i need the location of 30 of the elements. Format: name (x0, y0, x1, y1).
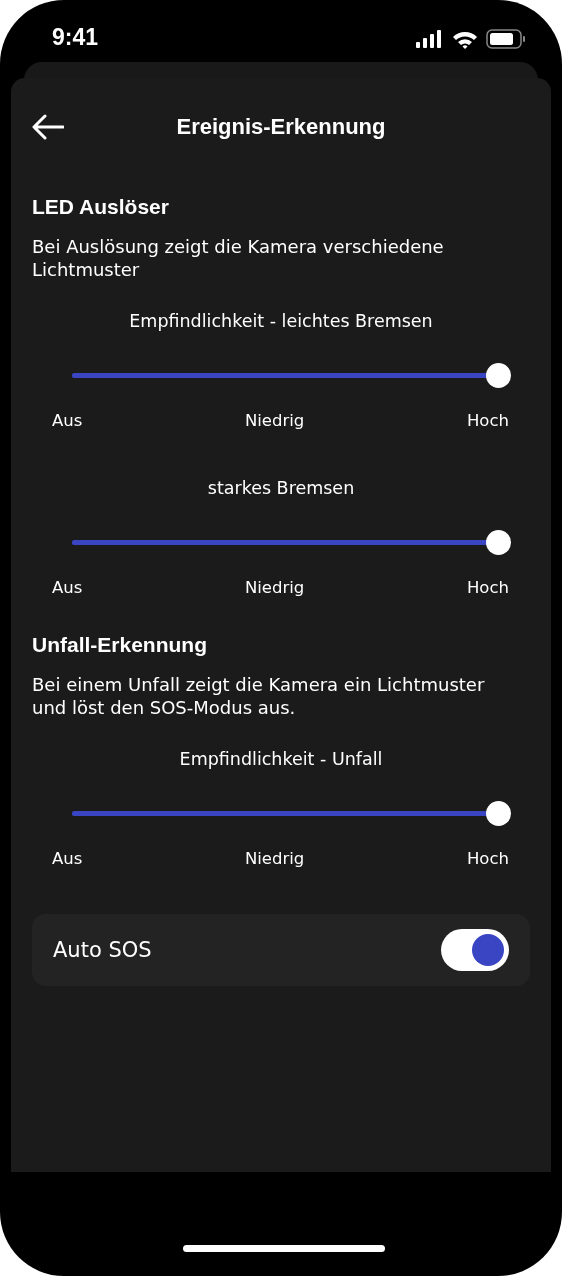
signal-icon (416, 30, 444, 48)
slider[interactable] (72, 801, 511, 826)
tick-label: Niedrig (244, 578, 305, 597)
screen-title: Ereignis-Erkennung (176, 114, 386, 140)
slider-label: Empfindlichkeit - leichtes Bremsen (128, 311, 434, 331)
tick-label: Niedrig (244, 411, 305, 430)
slider[interactable] (72, 530, 511, 555)
section-title: LED Auslöser (32, 195, 170, 219)
tick-label: Hoch (466, 849, 509, 868)
slider-label: starkes Bremsen (206, 478, 356, 498)
section-title: Unfall-Erkennung (32, 633, 208, 657)
slider-thumb[interactable] (486, 363, 511, 388)
status-time: 9:41 (52, 24, 99, 51)
toggle-switch[interactable] (441, 929, 509, 971)
battery-icon (486, 29, 526, 49)
tick-label: Hoch (466, 578, 509, 597)
tick-label: Aus (52, 411, 83, 430)
slider-thumb[interactable] (486, 801, 511, 826)
section-description: Bei einem Unfall zeigt die Kamera ein Lichtmuster und löst den SOS-Modus aus. (32, 673, 486, 719)
tick-label: Aus (52, 578, 83, 597)
tick-label: Niedrig (244, 849, 305, 868)
tick-label: Hoch (466, 411, 509, 430)
slider-label: Empfindlichkeit - Unfall (178, 749, 384, 769)
back-arrow-icon[interactable] (32, 114, 64, 140)
tick-label: Aus (52, 849, 83, 868)
slider-thumb[interactable] (486, 530, 511, 555)
section-description: Bei Auslösung zeigt die Kamera verschiedene Lichtmuster (32, 235, 445, 281)
slider[interactable] (72, 363, 511, 388)
setting-label: Auto SOS (53, 938, 152, 962)
wifi-icon (452, 29, 478, 49)
